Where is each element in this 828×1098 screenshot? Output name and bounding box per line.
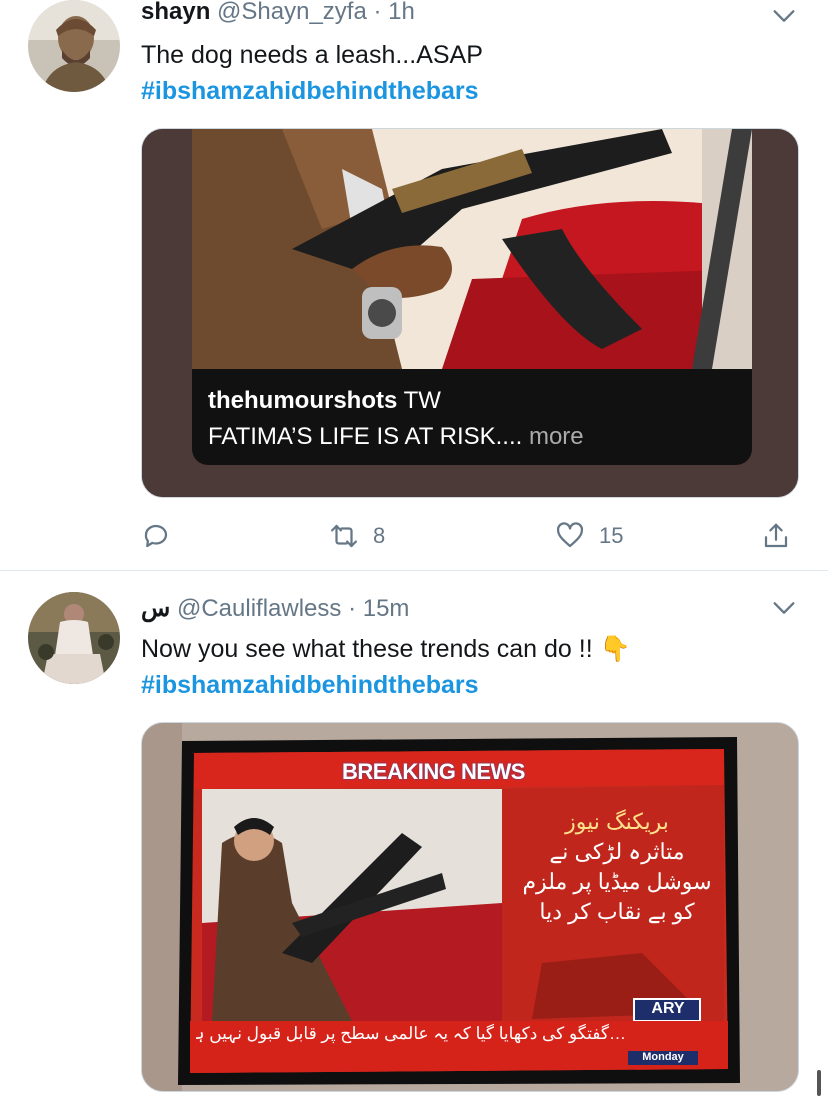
like-button[interactable]: 15	[555, 516, 623, 556]
ticker-day: Monday	[642, 1051, 684, 1063]
tweet-text-line: Now you see what these trends can do !! …	[141, 632, 631, 667]
tweet-header: shayn @Shayn_zyfa · 1h	[141, 0, 415, 26]
like-count: 15	[599, 523, 624, 548]
handle[interactable]: @Shayn_zyfa	[217, 0, 367, 25]
pointing-down-emoji: 👇	[599, 635, 631, 663]
retweet-button[interactable]: 8	[329, 516, 385, 556]
breaking-news-banner: BREAKING NEWS	[342, 759, 525, 784]
retweet-icon	[331, 524, 357, 548]
chevron-down-icon[interactable]	[770, 594, 798, 622]
avatar[interactable]	[28, 0, 120, 92]
media-image[interactable]: BREAKING NEWS بریکنگ نیوز متاثرہ لڑکی نے…	[141, 722, 799, 1092]
tweet[interactable]: shayn @Shayn_zyfa · 1h The dog needs a l…	[0, 0, 828, 572]
tweet-text: Now you see what these trends can do !!	[141, 635, 593, 663]
urdu-line: کو بے نقاب کر دیا	[539, 899, 695, 924]
caption-text: FATIMA’S LIFE IS AT RISK....	[208, 423, 523, 450]
tweet-actions: 8 15	[141, 516, 801, 556]
image-caption-overlay: thehumourshots TW FATIMA’S LIFE IS AT RI…	[192, 369, 752, 465]
hashtag-link[interactable]: #ibshamzahidbehindthebars	[141, 668, 479, 703]
avatar-image	[28, 0, 120, 92]
media-image[interactable]: thehumourshots TW FATIMA’S LIFE IS AT RI…	[141, 128, 799, 498]
reply-button[interactable]	[141, 516, 171, 556]
timestamp[interactable]: 1h	[388, 0, 415, 25]
urdu-header: بریکنگ نیوز	[565, 809, 669, 834]
tweet-divider	[0, 570, 828, 571]
separator: ·	[348, 595, 357, 622]
caption-suffix: TW	[403, 387, 441, 414]
display-name[interactable]: shayn	[141, 0, 210, 25]
tweet-text: The dog needs a leash...ASAP	[141, 41, 483, 69]
urdu-line: سوشل میڈیا پر ملزم	[522, 869, 712, 894]
caption-username: thehumourshots	[208, 387, 398, 414]
share-button[interactable]	[761, 516, 791, 556]
ary-logo: ARY	[651, 1000, 685, 1017]
tweet-header: س @Cauliflawless · 15m	[141, 594, 409, 623]
separator: ·	[373, 0, 382, 25]
scrollbar[interactable]	[817, 1070, 821, 1096]
timestamp[interactable]: 15m	[363, 595, 410, 622]
retweet-count: 8	[373, 523, 386, 548]
news-ticker: …گفتگو کی دکھایا گیا کہ یہ عالمی سطح پر …	[196, 1024, 626, 1043]
avatar-image	[28, 592, 120, 684]
display-name[interactable]: س	[141, 595, 170, 622]
handle[interactable]: @Cauliflawless	[177, 595, 341, 622]
tweet[interactable]: س @Cauliflawless · 15m Now you see what …	[0, 572, 828, 1098]
urdu-line: متاثرہ لڑکی نے	[549, 839, 685, 864]
reply-icon	[144, 524, 168, 548]
chevron-down-icon[interactable]	[770, 2, 798, 30]
urdu-headline: بریکنگ نیوز متاثرہ لڑکی نے سوشل میڈیا پر…	[522, 807, 712, 927]
hashtag-link[interactable]: #ibshamzahidbehindthebars	[141, 74, 479, 109]
heart-icon	[556, 522, 584, 548]
share-icon	[764, 523, 788, 548]
avatar[interactable]	[28, 592, 120, 684]
caption-more: more	[528, 423, 584, 450]
